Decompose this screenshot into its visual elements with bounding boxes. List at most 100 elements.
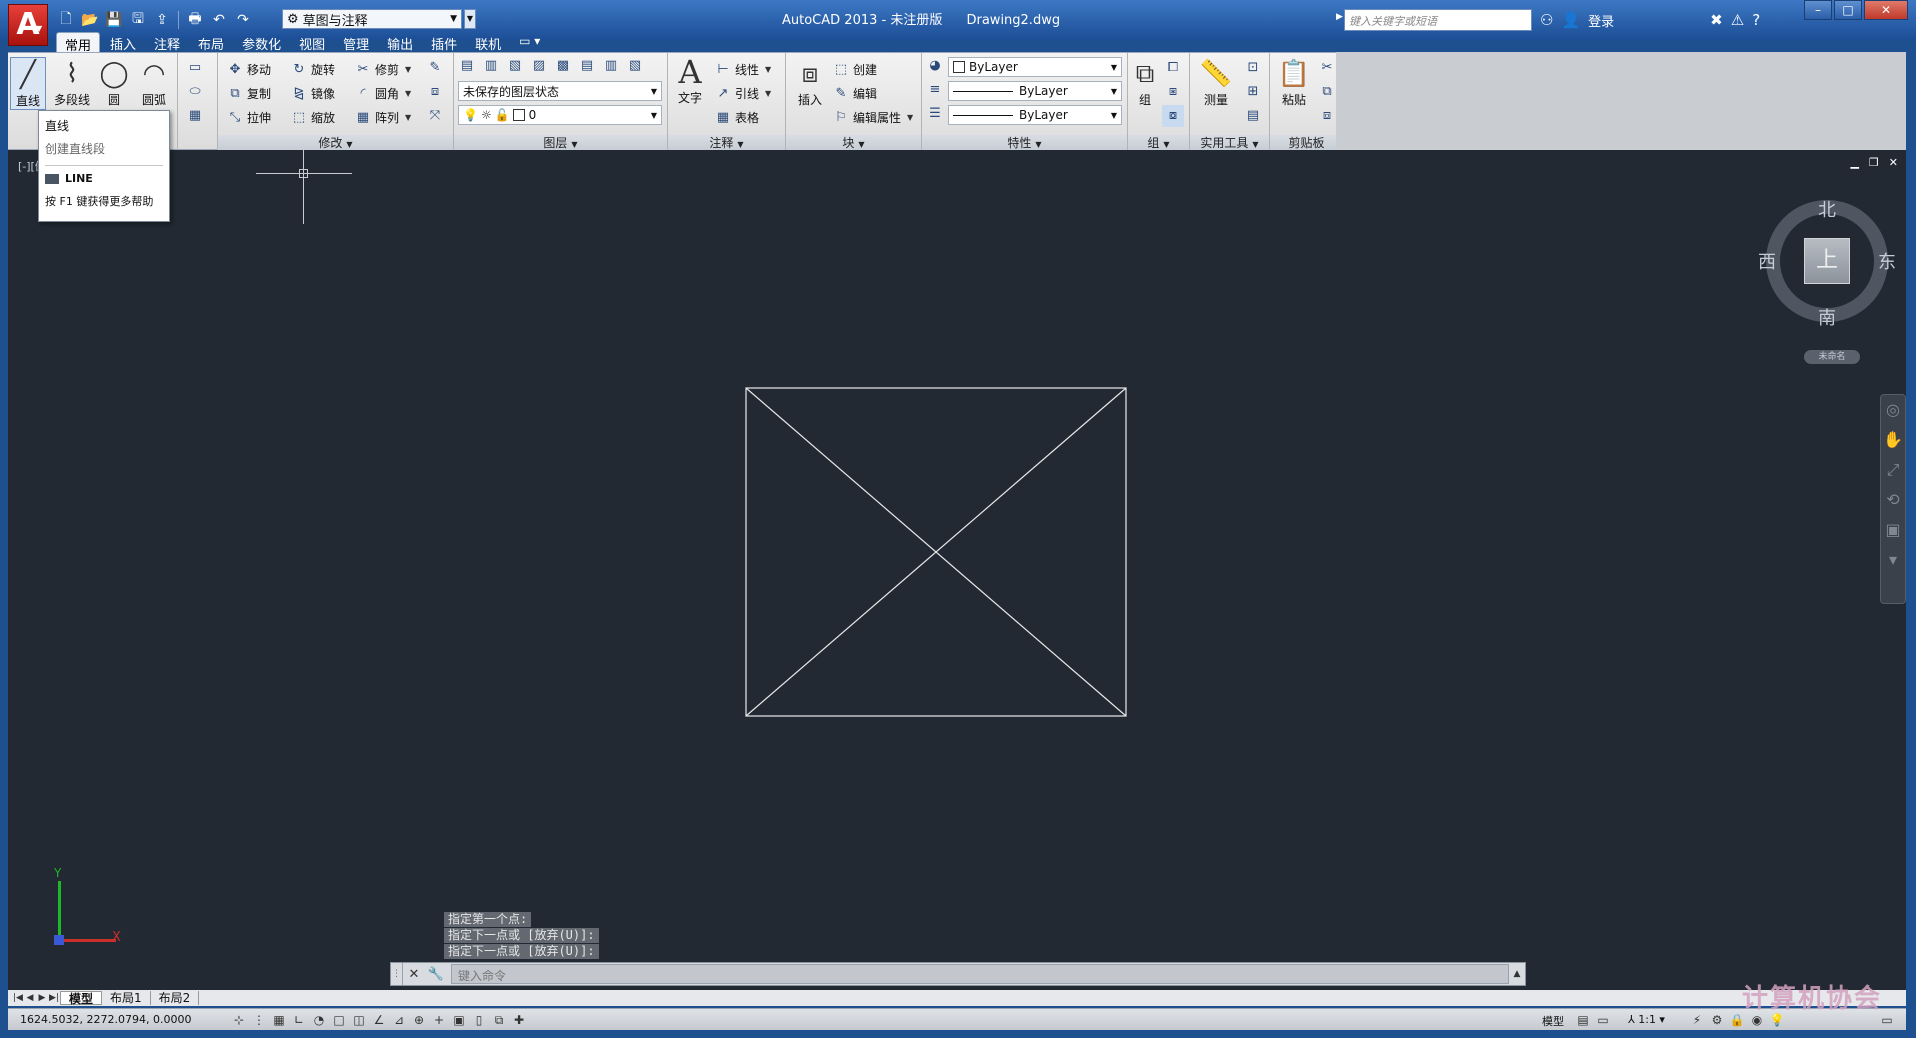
save-as-icon[interactable]: 🖫: [128, 10, 148, 30]
tab-insert[interactable]: 插入: [102, 32, 144, 53]
panel-title-properties[interactable]: 特性 ▼: [922, 135, 1127, 151]
line-button[interactable]: ╱ 直线: [10, 57, 46, 110]
viewcube[interactable]: 上 北 南 东 西: [1758, 200, 1896, 329]
tab-layout[interactable]: 布局: [190, 32, 232, 53]
lineweight-dropdown[interactable]: ByLayer ▼: [948, 105, 1122, 125]
trim-button[interactable]: ✂ 修剪 ▼: [354, 59, 412, 79]
layer-icon[interactable]: ▥: [600, 55, 622, 77]
model-space-button[interactable]: 模型: [1542, 1013, 1564, 1029]
pan-hand-icon[interactable]: ✋: [1881, 425, 1905, 455]
redo-icon[interactable]: ↷: [233, 10, 253, 30]
calculator-icon[interactable]: ▤: [1242, 105, 1264, 127]
edit-block-button[interactable]: ✎ 编辑: [832, 83, 877, 103]
hatch-icon[interactable]: ▦: [184, 105, 206, 127]
group-select-icon[interactable]: ⧇: [1162, 105, 1184, 127]
ribbon-minimize-toggle[interactable]: ▭ ▾: [511, 32, 548, 52]
print-icon[interactable]: 🖶: [185, 10, 205, 30]
layer-icon[interactable]: ▤: [576, 55, 598, 77]
linear-dimension-button[interactable]: ⊢ 线性 ▼: [714, 59, 771, 79]
lineweight-toggle-icon[interactable]: +: [430, 1011, 448, 1029]
layer-icon[interactable]: ▥: [480, 55, 502, 77]
tab-plugins[interactable]: 插件: [423, 32, 465, 53]
color-wheel-icon[interactable]: ◕: [924, 55, 946, 77]
arc-button[interactable]: ◠ 圆弧: [136, 57, 172, 108]
rotate-button[interactable]: ↻ 旋转: [290, 59, 335, 79]
viewcube-top-face[interactable]: 上: [1804, 238, 1850, 284]
leader-button[interactable]: ↗ 引线 ▼: [714, 83, 772, 103]
3d-osnap-icon[interactable]: ◫: [350, 1011, 368, 1029]
showmotion-icon[interactable]: ▣: [1881, 515, 1905, 545]
lineweight-icon[interactable]: ☰: [924, 103, 946, 125]
qat-customize-button[interactable]: ▼: [464, 9, 476, 29]
ellipse-icon[interactable]: ⬭: [184, 81, 206, 103]
tab-output[interactable]: 输出: [379, 32, 421, 53]
otrack-icon[interactable]: ∠: [370, 1011, 388, 1029]
cut-icon[interactable]: ✂: [1316, 57, 1338, 79]
search-expand-icon[interactable]: ▶: [1336, 12, 1343, 22]
steering-wheel-icon[interactable]: ◎: [1881, 395, 1905, 425]
maximize-button[interactable]: □: [1834, 0, 1862, 20]
layer-properties-icon[interactable]: ▤: [456, 55, 478, 77]
selection-cycling-icon[interactable]: ⧉: [490, 1011, 508, 1029]
transparency-icon[interactable]: ▣: [450, 1011, 468, 1029]
color-dropdown[interactable]: ByLayer ▼: [948, 57, 1122, 77]
open-file-icon[interactable]: 📂: [80, 10, 100, 30]
move-button[interactable]: ✥ 移动: [226, 59, 271, 79]
compass-west[interactable]: 西: [1758, 248, 1776, 274]
layer-icon[interactable]: ▧: [504, 55, 526, 77]
panel-title-layers[interactable]: 图层 ▼: [454, 135, 667, 151]
linetype-dropdown[interactable]: ByLayer ▼: [948, 81, 1122, 101]
layer-icon[interactable]: ▨: [528, 55, 550, 77]
chevron-up-icon[interactable]: ▲: [1509, 969, 1525, 979]
grid-icon[interactable]: ▦: [270, 1011, 288, 1029]
zoom-icon[interactable]: ⤢: [1881, 455, 1905, 485]
erase-icon[interactable]: ✎: [424, 57, 446, 79]
panel-title-annotation[interactable]: 注释 ▼: [668, 135, 785, 151]
explode-icon[interactable]: ⤧: [424, 105, 446, 127]
tab-layout2[interactable]: 布局2: [151, 991, 200, 1005]
publish-icon[interactable]: ⇪: [152, 10, 172, 30]
annotation-visibility-icon[interactable]: ⚡: [1688, 1011, 1706, 1029]
login-link[interactable]: 登录: [1588, 11, 1614, 30]
search-input[interactable]: 键入关键字或短语: [1344, 9, 1532, 31]
table-button[interactable]: ▦ 表格: [714, 107, 759, 127]
osnap-icon[interactable]: □: [330, 1011, 348, 1029]
ungroup-icon[interactable]: ⧠: [1162, 57, 1184, 79]
copy-button[interactable]: ⧉ 复制: [226, 83, 271, 103]
tab-layout1[interactable]: 布局1: [102, 991, 151, 1005]
annotation-scale-dropdown[interactable]: ⅄ 1:1 ▾: [1628, 1013, 1665, 1026]
coordinate-readout[interactable]: 1624.5032, 2272.0794, 0.0000: [20, 1013, 191, 1026]
ucs-name-dropdown[interactable]: 未命名: [1804, 350, 1860, 364]
panel-title-modify[interactable]: 修改 ▼: [218, 135, 453, 151]
tab-annotate[interactable]: 注释: [146, 32, 188, 53]
select-similar-icon[interactable]: ⊞: [1242, 81, 1264, 103]
polyline-button[interactable]: ⌇ 多段线: [52, 57, 92, 108]
help-icon[interactable]: ?: [1752, 11, 1760, 29]
workspace-switch-icon[interactable]: ⚙: [1708, 1011, 1726, 1029]
tab-home[interactable]: 常用: [56, 32, 101, 54]
measure-button[interactable]: 📏 测量: [1196, 57, 1236, 108]
compass-south[interactable]: 南: [1818, 304, 1836, 330]
autodesk-360-icon[interactable]: ⚠: [1731, 11, 1744, 29]
copy-clip-icon[interactable]: ⧉: [1316, 81, 1338, 103]
workspace-dropdown[interactable]: ⚙ 草图与注释 ▼: [282, 9, 462, 29]
first-tab-icon[interactable]: |◀: [12, 993, 24, 1003]
quick-props-icon[interactable]: ▯: [470, 1011, 488, 1029]
offset-icon[interactable]: ⧈: [424, 81, 446, 103]
annotation-monitor-icon[interactable]: ✚: [510, 1011, 528, 1029]
command-input[interactable]: 键入命令: [451, 964, 1509, 984]
layer-icon[interactable]: ▩: [552, 55, 574, 77]
quick-view-layouts-icon[interactable]: ▤: [1574, 1011, 1592, 1029]
paste-special-icon[interactable]: ⧈: [1316, 105, 1338, 127]
exchange-icon[interactable]: ✖: [1710, 11, 1723, 29]
text-button[interactable]: A 文字: [672, 53, 708, 106]
close-button[interactable]: ✕: [1864, 0, 1908, 20]
create-block-button[interactable]: ⬚ 创建: [832, 59, 877, 79]
command-line-grip[interactable]: ⋮: [391, 963, 403, 985]
drawing-canvas[interactable]: [-][俯视][二维线框] ▁ ❐ ✕ 上 北 南 东 西 未命名 ◎ ✋ ⤢ …: [8, 150, 1906, 990]
last-tab-icon[interactable]: ▶|: [48, 993, 60, 1003]
dyn-input-icon[interactable]: ⊕: [410, 1011, 428, 1029]
group-edit-icon[interactable]: ⧆: [1162, 81, 1184, 103]
polar-icon[interactable]: ◔: [310, 1011, 328, 1029]
ducs-icon[interactable]: ⊿: [390, 1011, 408, 1029]
